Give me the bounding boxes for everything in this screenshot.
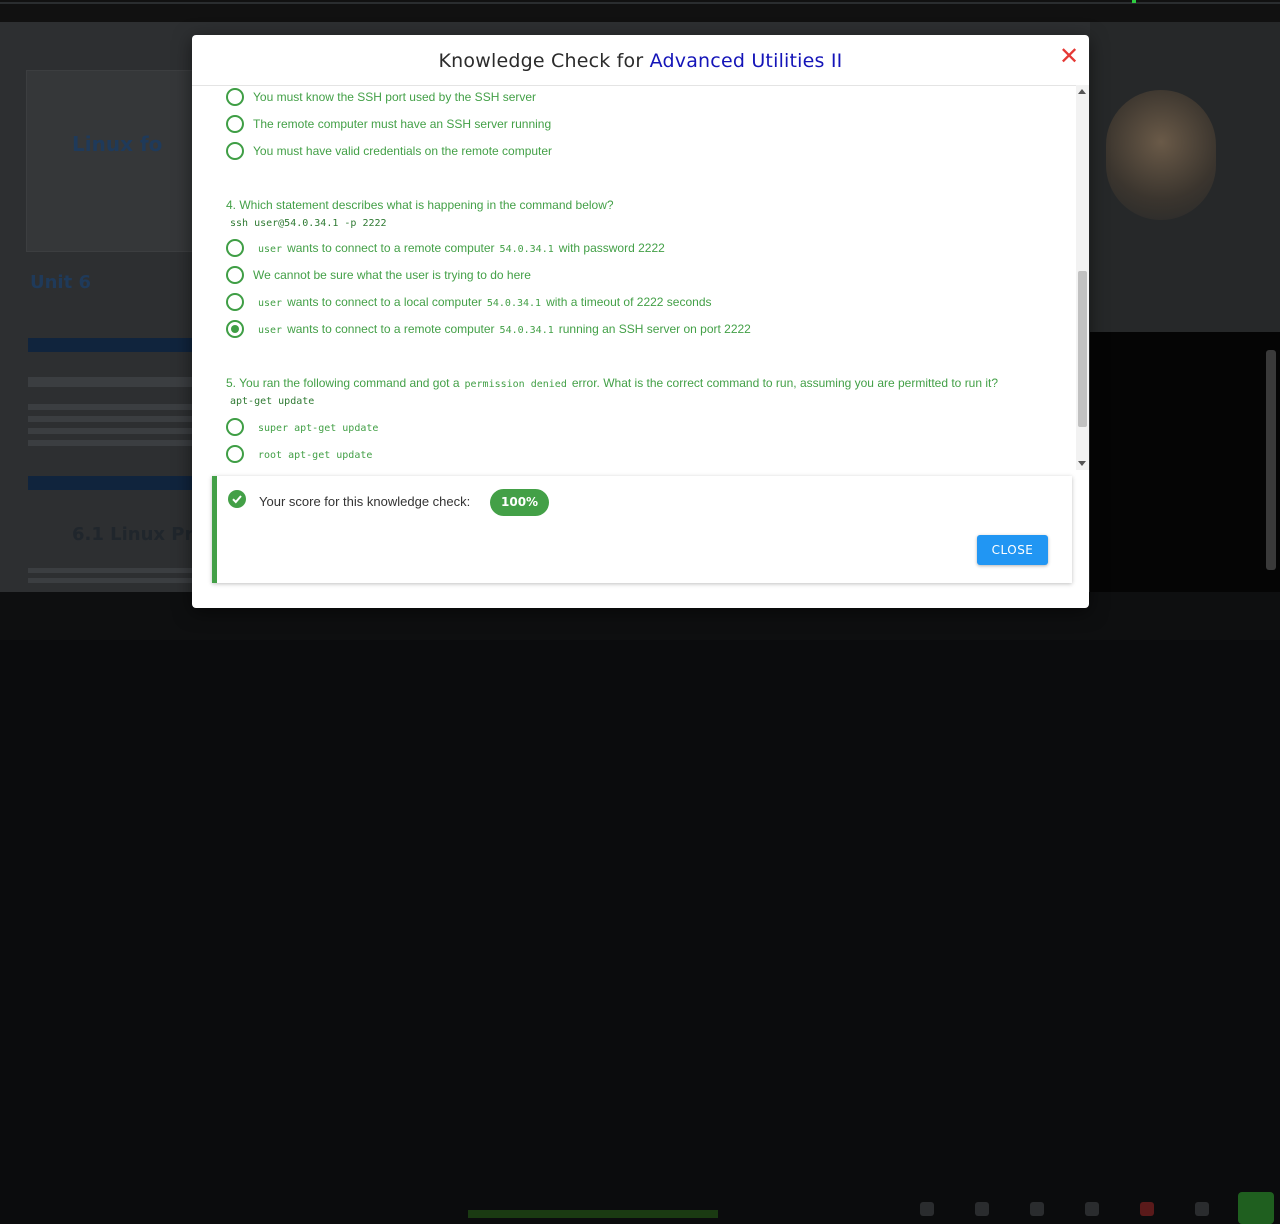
scroll-down-icon[interactable] bbox=[1078, 461, 1086, 466]
radio-icon[interactable] bbox=[226, 142, 244, 160]
question-5-text: 5. You ran the following command and got… bbox=[226, 376, 999, 390]
quiz-scrollbar[interactable] bbox=[1076, 85, 1089, 470]
background-heading: Unit 6 bbox=[30, 272, 91, 293]
radio-icon[interactable] bbox=[226, 293, 244, 311]
answer-label: We cannot be sure what the user is tryin… bbox=[253, 268, 531, 282]
answer-label: super apt-get update bbox=[258, 423, 379, 434]
answer-option[interactable]: You must know the SSH port used by the S… bbox=[226, 87, 536, 107]
answer-label: user wants to connect to a local computer… bbox=[258, 295, 712, 309]
question-4-text: 4. Which statement describes what is hap… bbox=[226, 198, 614, 212]
answer-option[interactable]: user wants to connect to a remote compute… bbox=[226, 238, 665, 258]
answer-label: You must know the SSH port used by the S… bbox=[253, 90, 537, 104]
answer-label: user wants to connect to a remote compute… bbox=[258, 241, 665, 255]
background-avatar bbox=[1106, 90, 1216, 220]
scrollbar-thumb[interactable] bbox=[1078, 271, 1087, 427]
background-text bbox=[28, 404, 193, 452]
answer-option[interactable]: user wants to connect to a local computer… bbox=[226, 292, 712, 312]
answer-option[interactable]: root apt-get update bbox=[226, 444, 377, 464]
answer-option[interactable]: The remote computer must have an SSH ser… bbox=[226, 114, 551, 134]
radio-icon[interactable] bbox=[226, 418, 244, 436]
scroll-up-icon[interactable] bbox=[1078, 89, 1086, 94]
answer-label: root apt-get update bbox=[258, 450, 373, 461]
background-text bbox=[28, 377, 193, 387]
score-badge: 100% bbox=[490, 489, 550, 516]
answer-label: The remote computer must have an SSH ser… bbox=[253, 117, 552, 131]
quiz-scroll-area[interactable]: You must know the SSH port used by the S… bbox=[192, 85, 1076, 470]
modal-title: Knowledge Check for Advanced Utilities I… bbox=[192, 50, 1089, 72]
radio-icon[interactable] bbox=[226, 266, 244, 284]
question-4-code: ssh user@54.0.34.1 -p 2222 bbox=[230, 218, 387, 229]
answer-option[interactable]: You must have valid credentials on the r… bbox=[226, 141, 552, 161]
radio-icon[interactable] bbox=[226, 239, 244, 257]
radio-icon[interactable] bbox=[226, 445, 244, 463]
check-circle-icon bbox=[228, 490, 246, 508]
score-card: Your score for this knowledge check: 100… bbox=[212, 476, 1072, 583]
background-topbar bbox=[0, 0, 1280, 22]
close-button[interactable]: CLOSE bbox=[977, 535, 1048, 565]
close-icon[interactable]: ✕ bbox=[1058, 44, 1080, 68]
background-text bbox=[28, 568, 193, 586]
background-bar bbox=[28, 338, 198, 352]
modal-title-course: Advanced Utilities II bbox=[649, 50, 843, 72]
radio-icon[interactable] bbox=[226, 88, 244, 106]
background-heading: 6.1 Linux Pr bbox=[72, 524, 194, 545]
background-video bbox=[1090, 332, 1280, 592]
modal-title-prefix: Knowledge Check for bbox=[438, 50, 650, 72]
radio-icon[interactable] bbox=[226, 115, 244, 133]
answer-option-selected[interactable]: user wants to connect to a remote compute… bbox=[226, 319, 751, 339]
radio-selected-icon[interactable] bbox=[226, 320, 244, 338]
background-bar bbox=[28, 476, 198, 490]
answer-option[interactable]: super apt-get update bbox=[226, 417, 383, 437]
question-5-code: apt-get update bbox=[230, 396, 315, 407]
answer-option[interactable]: We cannot be sure what the user is tryin… bbox=[226, 265, 531, 285]
background-heading: Linux fo bbox=[72, 132, 163, 156]
knowledge-check-modal: Knowledge Check for Advanced Utilities I… bbox=[192, 35, 1089, 608]
answer-label: user wants to connect to a remote compute… bbox=[258, 322, 751, 336]
background-scrollbar bbox=[1266, 350, 1276, 570]
modal-header: Knowledge Check for Advanced Utilities I… bbox=[192, 35, 1089, 86]
answer-label: You must have valid credentials on the r… bbox=[253, 144, 553, 158]
score-label: Your score for this knowledge check: bbox=[259, 494, 471, 509]
